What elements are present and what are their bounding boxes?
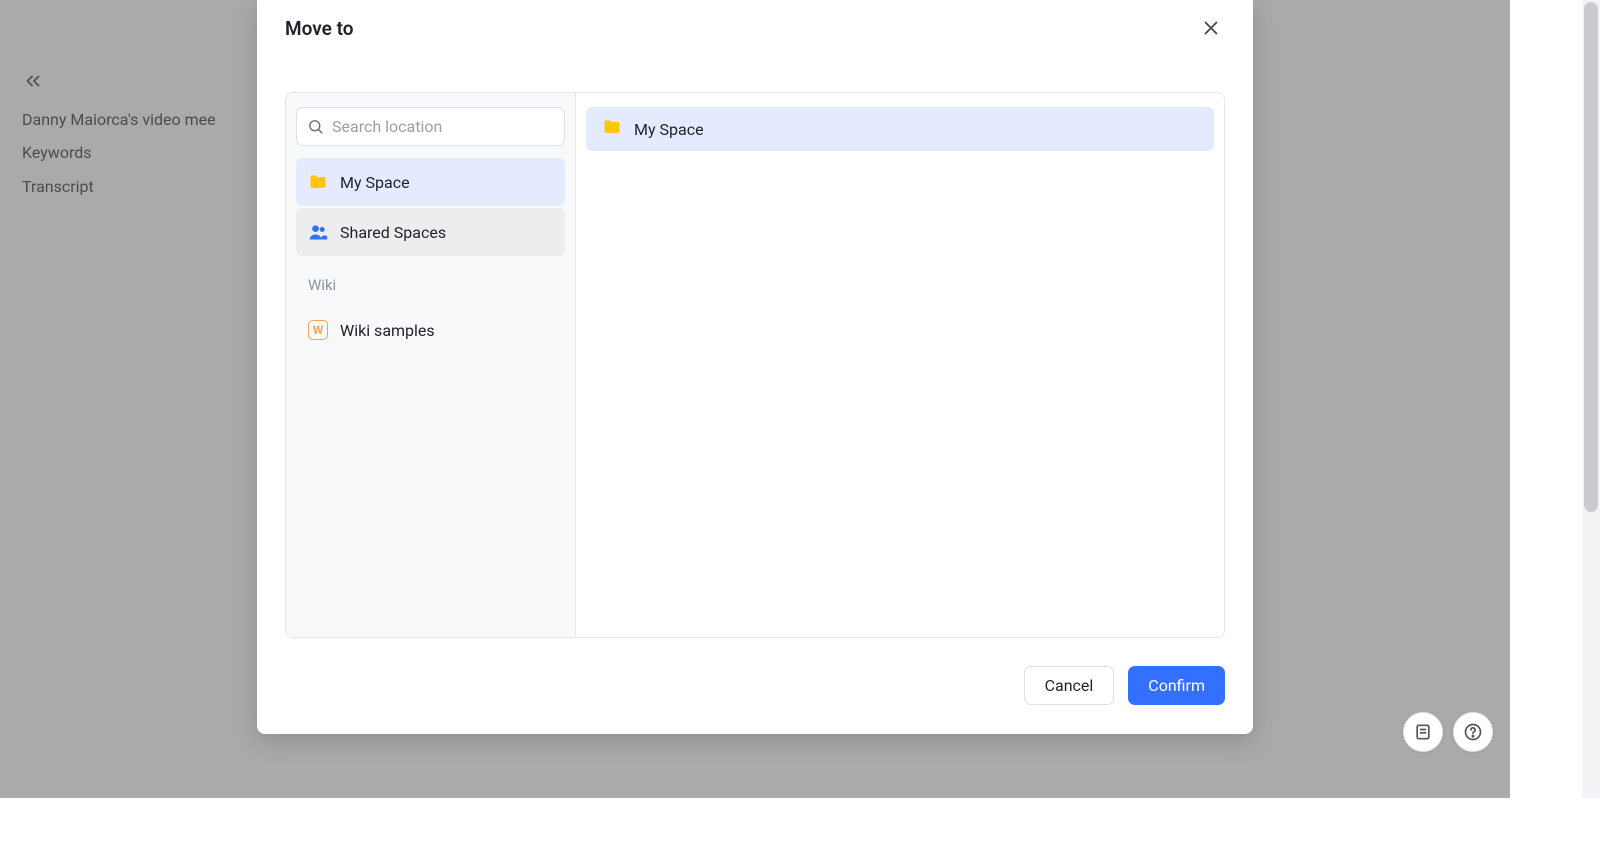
close-icon bbox=[1200, 17, 1222, 39]
location-wiki-samples[interactable]: W Wiki samples bbox=[296, 306, 565, 354]
wiki-section-label: Wiki bbox=[296, 258, 565, 306]
close-button[interactable] bbox=[1197, 14, 1225, 42]
modal-body: My Space Shared Spaces Wiki W bbox=[285, 92, 1225, 638]
scrollbar-track[interactable] bbox=[1582, 0, 1600, 798]
location-label: Wiki samples bbox=[340, 321, 435, 340]
scrollbar-thumb[interactable] bbox=[1584, 2, 1598, 512]
folder-icon bbox=[602, 117, 622, 141]
location-tree-pane: My Space Shared Spaces Wiki W bbox=[286, 93, 576, 637]
people-icon bbox=[308, 222, 328, 242]
search-icon bbox=[307, 118, 324, 135]
floating-help-button[interactable] bbox=[1453, 712, 1493, 752]
confirm-button[interactable]: Confirm bbox=[1128, 666, 1225, 705]
search-field[interactable] bbox=[296, 107, 565, 146]
wiki-icon: W bbox=[308, 320, 328, 340]
location-label: Shared Spaces bbox=[340, 223, 446, 242]
modal-header: Move to bbox=[257, 0, 1253, 42]
move-to-modal: Move to bbox=[257, 0, 1253, 734]
help-icon bbox=[1463, 722, 1483, 742]
note-icon bbox=[1413, 722, 1433, 742]
cancel-button[interactable]: Cancel bbox=[1024, 666, 1115, 705]
breadcrumb-label: My Space bbox=[634, 120, 704, 139]
modal-title: Move to bbox=[285, 17, 353, 40]
search-input[interactable] bbox=[332, 117, 554, 136]
destination-pane: My Space bbox=[576, 93, 1224, 637]
location-shared-spaces[interactable]: Shared Spaces bbox=[296, 208, 565, 256]
folder-icon bbox=[308, 172, 328, 192]
location-my-space[interactable]: My Space bbox=[296, 158, 565, 206]
floating-note-button[interactable] bbox=[1403, 712, 1443, 752]
location-label: My Space bbox=[340, 173, 410, 192]
modal-footer: Cancel Confirm bbox=[257, 638, 1253, 733]
breadcrumb-my-space[interactable]: My Space bbox=[586, 107, 1214, 151]
